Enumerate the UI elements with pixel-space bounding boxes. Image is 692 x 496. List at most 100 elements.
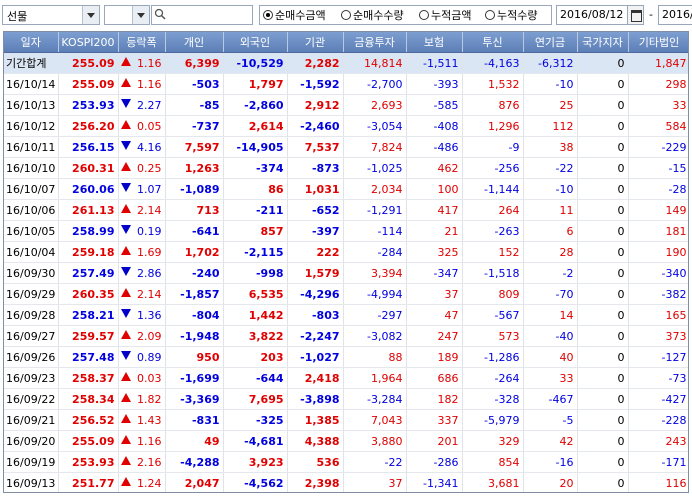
value-cell: 417	[406, 199, 463, 221]
market-select[interactable]: 선물	[2, 5, 100, 25]
table-row[interactable]: 16/10/14 255.09 1.16 -503 1,797 -1,592 -2,700-…	[4, 73, 688, 95]
table-row[interactable]: 16/09/29 260.35 2.14 -1,857 6,535 -4,296 -4,99…	[4, 283, 688, 305]
radio-dot[interactable]	[341, 10, 351, 20]
value-cell: 38	[523, 136, 578, 158]
radio-net-amount[interactable]: 순매수금액	[263, 8, 326, 24]
radio-cum-quantity[interactable]: 누적수량	[485, 8, 537, 24]
table-row[interactable]: 16/10/13 253.93 2.27 -85 -2,860 2,912 2,693 -58…	[4, 94, 688, 116]
value-cell: -4,296	[287, 283, 344, 305]
change-cell: 1.36	[118, 304, 166, 326]
kospi-cell: 259.57	[58, 325, 119, 347]
triangle-up-icon	[120, 246, 131, 255]
value-cell: 2,282	[287, 52, 344, 74]
radio-net-quantity[interactable]: 순매수수량	[341, 8, 404, 24]
table-row[interactable]: 16/09/13 251.77 1.24 2,047 -4,562 2,398 37 -1,3…	[4, 472, 688, 492]
start-date-input[interactable]: 2016/08/12	[556, 5, 628, 25]
value-cell: -9	[462, 136, 524, 158]
change-value: 1.16	[137, 434, 162, 448]
value-cell: -644	[223, 367, 288, 389]
value-cell: 325	[406, 241, 463, 263]
column-header[interactable]: 국가지자	[577, 32, 629, 53]
kospi-cell: 258.21	[58, 304, 119, 326]
change-cell: 2.27	[118, 94, 166, 116]
table-row[interactable]: 16/10/06 261.13 2.14 713 -211 -652 -1,291 417 26…	[4, 199, 688, 221]
value-cell: 149	[628, 199, 688, 221]
change-value: 4.16	[137, 140, 162, 154]
radio-dot[interactable]	[485, 10, 495, 20]
chevron-down-icon[interactable]	[132, 6, 149, 24]
change-value: 1.36	[137, 308, 162, 322]
column-header[interactable]: KOSPI200	[58, 32, 119, 53]
radio-cum-amount[interactable]: 누적금액	[419, 8, 471, 24]
value-cell: 0	[577, 325, 629, 347]
table-row[interactable]: 16/09/21 256.52 1.43 -831 -325 1,385 7,043 337-…	[4, 409, 688, 431]
value-cell: 337	[406, 409, 463, 431]
column-header[interactable]: 개인	[165, 32, 224, 53]
column-header[interactable]: 금융투자	[343, 32, 407, 53]
table-row[interactable]: 16/10/07 260.06 1.07 -1,089 86 1,031 2,034 100-…	[4, 178, 688, 200]
value-cell: 20	[523, 472, 578, 492]
table-row[interactable]: 16/09/19 253.93 2.16 -4,288 3,923 536 -22 -286 8…	[4, 451, 688, 473]
table-row[interactable]: 16/10/11 256.15 4.16 7,597 -14,905 7,537 7,824…	[4, 136, 688, 158]
value-cell: -1,518	[462, 262, 524, 284]
value-cell: -737	[165, 115, 224, 137]
value-cell: -567	[462, 304, 524, 326]
table-row[interactable]: 16/10/12 256.20 0.05 -737 2,614 -2,460 -3,054-…	[4, 115, 688, 137]
radio-dot[interactable]	[263, 10, 273, 20]
value-cell: -171	[628, 451, 688, 473]
value-cell: 1,031	[287, 178, 344, 200]
value-cell: 2,693	[343, 94, 407, 116]
end-date-input[interactable]: 2016/	[658, 5, 692, 25]
table-row[interactable]: 16/09/23 258.37 0.03 -1,699 -644 2,418 1,964 68…	[4, 367, 688, 389]
value-cell: 462	[406, 157, 463, 179]
code-select[interactable]	[104, 5, 150, 25]
table-row[interactable]: 16/10/05 258.99 0.19 -641 857 -397 -114 21 -263 6…	[4, 220, 688, 242]
value-cell: 112	[523, 115, 578, 137]
column-header[interactable]: 등락폭	[118, 32, 166, 53]
table-row[interactable]: 16/09/22 258.34 1.82 -3,369 7,695 -3,898 -3,28…	[4, 388, 688, 410]
radio-dot[interactable]	[419, 10, 429, 20]
search-input[interactable]	[151, 5, 253, 25]
column-header[interactable]: 일자	[4, 32, 59, 53]
column-header[interactable]: 외국인	[223, 32, 288, 53]
column-header[interactable]: 연기금	[523, 32, 578, 53]
column-header[interactable]: 보험	[406, 32, 463, 53]
table-row[interactable]: 16/09/26 257.48 0.89 950 203 -1,027 88 189 -1,28…	[4, 346, 688, 368]
calendar-icon[interactable]	[627, 5, 644, 25]
search-icon[interactable]	[154, 8, 166, 20]
table-row[interactable]: 16/10/04 259.18 1.69 1,702 -2,115 222 -284 325 1…	[4, 241, 688, 263]
value-cell: 6,535	[223, 283, 288, 305]
total-row[interactable]: 기간합계 255.09 1.16 6,399 -10,529 2,282 14,814 -1,…	[4, 52, 688, 74]
value-cell: -22	[343, 451, 407, 473]
triangle-down-icon	[120, 225, 131, 234]
value-cell: 1,532	[462, 73, 524, 95]
table-row[interactable]: 16/09/27 259.57 2.09 -1,948 3,822 -2,247 -3,08…	[4, 325, 688, 347]
value-cell: -873	[287, 157, 344, 179]
chevron-down-icon[interactable]	[82, 6, 99, 24]
triangle-up-icon	[120, 477, 131, 486]
value-cell: 0	[577, 262, 629, 284]
column-header[interactable]: 기타법인	[628, 32, 688, 53]
date-cell: 16/09/26	[4, 346, 59, 368]
table-row[interactable]: 16/09/20 255.09 1.16 49 -4,681 4,388 3,880 201 3…	[4, 430, 688, 452]
toolbar: 선물 순매수금액 순매수수량 누적금액 누적수량 2016/08/12 - 20…	[0, 0, 692, 30]
table-row[interactable]: 16/09/30 257.49 2.86 -240 -998 1,579 3,394 -347…	[4, 262, 688, 284]
triangle-up-icon	[120, 78, 131, 87]
table-row[interactable]: 16/10/10 260.31 0.25 1,263 -374 -873 -1,025 462…	[4, 157, 688, 179]
date-separator: -	[649, 8, 653, 21]
value-cell: 0	[577, 451, 629, 473]
column-header[interactable]: 투신	[462, 32, 524, 53]
change-value: 0.05	[137, 119, 162, 133]
value-cell: -1,511	[406, 52, 463, 74]
change-value: 1.16	[137, 56, 162, 70]
table-row[interactable]: 16/09/28 258.21 1.36 -804 1,442 -803 -297 47 -56…	[4, 304, 688, 326]
value-cell: -4,288	[165, 451, 224, 473]
value-cell: 0	[577, 136, 629, 158]
value-cell: 0	[577, 52, 629, 74]
value-cell: 165	[628, 304, 688, 326]
column-header[interactable]: 기관	[287, 32, 344, 53]
value-cell: -2,460	[287, 115, 344, 137]
value-cell: 3,880	[343, 430, 407, 452]
value-cell: 190	[628, 241, 688, 263]
value-cell: -229	[628, 136, 688, 158]
